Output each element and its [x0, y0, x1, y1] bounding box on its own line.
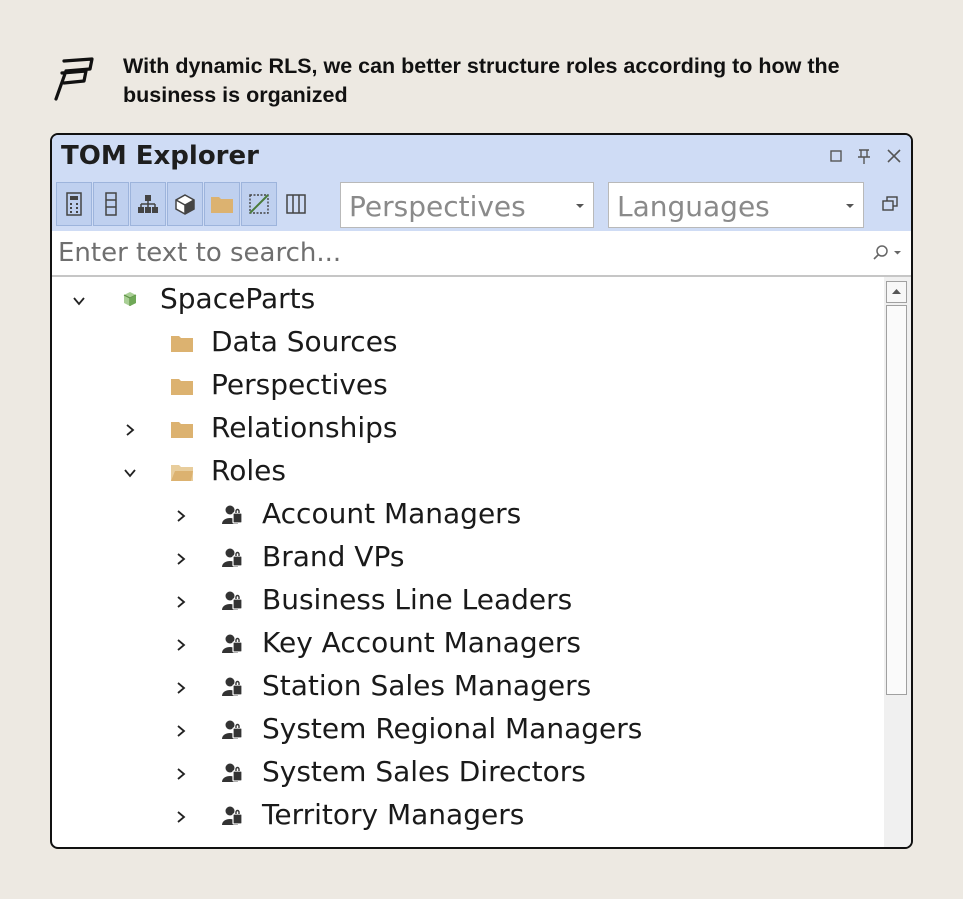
- tree-node-label: Territory Managers: [262, 798, 525, 831]
- tree-node-label: Account Managers: [262, 497, 522, 530]
- tree-node-label: System Regional Managers: [262, 712, 643, 745]
- chevron-right-icon[interactable]: [174, 552, 188, 566]
- tree-node-label: Relationships: [211, 411, 398, 444]
- tree-node-label: Brand VPs: [262, 540, 405, 573]
- window-copy-icon: [882, 196, 898, 211]
- pin-icon[interactable]: [853, 145, 875, 167]
- tree-node-role[interactable]: Station Sales Managers: [52, 666, 884, 709]
- tree-node-role[interactable]: System Regional Managers: [52, 709, 884, 752]
- caption-text: With dynamic RLS, we can better structur…: [123, 54, 840, 107]
- role-icon: [222, 720, 243, 739]
- chevron-up-icon: [892, 289, 901, 294]
- role-icon: [222, 505, 243, 524]
- cube-icon: [175, 194, 195, 215]
- columns-icon: [286, 194, 306, 214]
- tree-node-label: SpaceParts: [160, 282, 316, 315]
- toolbar-button-hierarchies[interactable]: [130, 182, 166, 226]
- search-icon[interactable]: [869, 243, 905, 263]
- languages-dropdown[interactable]: Languages: [608, 182, 864, 228]
- tree-node-roles[interactable]: Roles: [52, 451, 884, 494]
- perspectives-dropdown-value: Perspectives: [349, 190, 526, 223]
- hierarchy-icon: [138, 195, 158, 213]
- tree-node-role[interactable]: Key Account Managers: [52, 623, 884, 666]
- toolbar-button-columns[interactable]: [93, 182, 129, 226]
- tree-node-label: System Sales Directors: [262, 755, 586, 788]
- chevron-down-icon: [576, 204, 584, 208]
- tree-node-role[interactable]: System Sales Directors: [52, 752, 884, 795]
- toolbar: Perspectives Languages: [52, 179, 911, 231]
- column-icon: [105, 192, 117, 216]
- tree-node-model[interactable]: SpaceParts: [52, 279, 884, 322]
- tree-node-label: Roles: [211, 454, 286, 487]
- close-icon[interactable]: [883, 145, 905, 167]
- role-icon: [222, 591, 243, 610]
- toolbar-button-folders[interactable]: [204, 182, 240, 226]
- chevron-down-icon[interactable]: [123, 466, 137, 480]
- folder-icon: [171, 379, 193, 395]
- title-bar: TOM Explorer: [52, 135, 911, 179]
- folder-icon: [171, 422, 193, 438]
- hidden-icon: [249, 194, 269, 214]
- tree-node-label: Business Line Leaders: [262, 583, 573, 616]
- tree-node-label: Key Account Managers: [262, 626, 581, 659]
- toolbar-button-tables[interactable]: [167, 182, 203, 226]
- chevron-right-icon[interactable]: [174, 509, 188, 523]
- toolbar-button-column-layout[interactable]: [278, 182, 314, 226]
- tree-node-data-sources[interactable]: Data Sources: [52, 322, 884, 365]
- folder-icon: [171, 336, 193, 352]
- role-icon: [222, 763, 243, 782]
- folder-open-icon: [171, 465, 193, 481]
- tree-node-label: Station Sales Managers: [262, 669, 592, 702]
- scroll-up-button[interactable]: [886, 281, 907, 303]
- scrollbar-thumb[interactable]: [886, 305, 907, 695]
- chevron-right-icon[interactable]: [123, 423, 137, 437]
- folder-icon: [211, 197, 233, 213]
- chevron-right-icon[interactable]: [174, 724, 188, 738]
- tree-node-role[interactable]: Business Line Leaders: [52, 580, 884, 623]
- tom-explorer-window: TOM Explorer Perspectives Languages Ente…: [50, 133, 913, 849]
- new-window-button[interactable]: [872, 182, 908, 226]
- tree-node-role[interactable]: Account Managers: [52, 494, 884, 537]
- chevron-right-icon[interactable]: [174, 810, 188, 824]
- tom-tree: SpaceParts Data Sources Perspectives Rel…: [52, 277, 884, 847]
- chevron-down-icon[interactable]: [72, 294, 86, 308]
- tree-node-label: Perspectives: [211, 368, 388, 401]
- maximize-icon[interactable]: [825, 145, 847, 167]
- languages-dropdown-value: Languages: [617, 190, 770, 223]
- tree-node-relationships[interactable]: Relationships: [52, 408, 884, 451]
- perspectives-dropdown[interactable]: Perspectives: [340, 182, 594, 228]
- toolbar-button-hidden[interactable]: [241, 182, 277, 226]
- tree-node-perspectives[interactable]: Perspectives: [52, 365, 884, 408]
- role-icon: [222, 677, 243, 696]
- vertical-scrollbar[interactable]: [884, 277, 911, 847]
- window-title: TOM Explorer: [61, 141, 259, 171]
- role-icon: [222, 634, 243, 653]
- tree-node-label: Data Sources: [211, 325, 398, 358]
- tree-node-role[interactable]: Brand VPs: [52, 537, 884, 580]
- role-icon: [222, 548, 243, 567]
- flag-logo-icon: [54, 57, 94, 101]
- chevron-right-icon[interactable]: [174, 595, 188, 609]
- search-input[interactable]: [58, 234, 848, 272]
- search-bar: [52, 231, 911, 277]
- chevron-right-icon[interactable]: [174, 767, 188, 781]
- tree-node-role[interactable]: Territory Managers: [52, 795, 884, 838]
- model-icon: [123, 292, 137, 306]
- chevron-right-icon[interactable]: [174, 681, 188, 695]
- chevron-down-icon: [846, 204, 854, 208]
- calculator-icon: [66, 192, 82, 216]
- chevron-right-icon[interactable]: [174, 638, 188, 652]
- toolbar-button-measures[interactable]: [56, 182, 92, 226]
- role-icon: [222, 806, 243, 825]
